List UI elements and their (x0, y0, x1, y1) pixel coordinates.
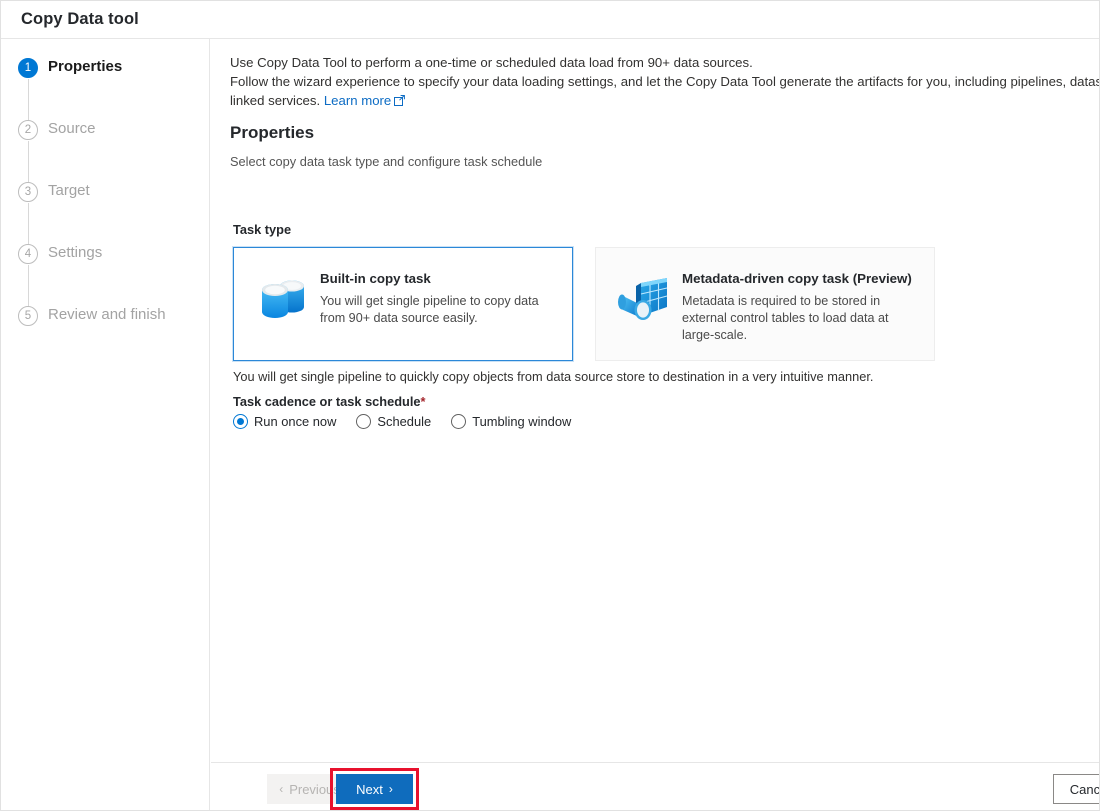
task-cadence-label-text: Task cadence or task schedule (233, 394, 421, 409)
step-label: Source (48, 120, 96, 137)
external-link-icon (394, 92, 406, 111)
wizard-step-list: 1 Properties 2 Source 3 Target 4 Setting… (1, 57, 210, 367)
step-number-badge: 4 (18, 244, 38, 264)
wizard-footer: ‹ Previous Next › Cancel (211, 762, 1100, 810)
card-title: Built-in copy task (320, 271, 431, 286)
step-connector (27, 265, 29, 307)
card-text-block: Metadata-driven copy task (Preview) Meta… (682, 261, 920, 344)
sidebar-step-review-and-finish[interactable]: 5 Review and finish (1, 305, 210, 367)
intro-line-2: Follow the wizard experience to specify … (230, 74, 1100, 89)
step-number-badge: 3 (18, 182, 38, 202)
card-title: Metadata-driven copy task (Preview) (682, 271, 912, 286)
step-number-badge: 2 (18, 120, 38, 140)
step-connector (27, 141, 29, 183)
task-type-label: Task type (233, 222, 292, 237)
window-titlebar: Copy Data tool (1, 1, 1099, 39)
step-number-badge: 1 (18, 58, 38, 78)
cancel-button-label: Cancel (1069, 781, 1100, 797)
radio-label: Schedule (377, 414, 432, 429)
radio-indicator (356, 414, 372, 429)
page-title: Properties (230, 123, 315, 142)
page-subtitle: Select copy data task type and configure… (230, 154, 543, 169)
intro-line-3: linked services. Learn more (230, 91, 1085, 111)
task-type-card-built-in-copy-task[interactable]: Built-in copy task You will get single p… (233, 247, 573, 361)
sidebar-step-settings[interactable]: 4 Settings (1, 243, 210, 307)
card-description: Metadata is required to be stored in ext… (682, 294, 889, 342)
task-cadence-label: Task cadence or task schedule* (233, 394, 426, 409)
chevron-right-icon: › (388, 782, 393, 796)
sidebar-step-properties[interactable]: 1 Properties (1, 57, 210, 121)
radio-indicator (451, 414, 467, 429)
learn-more-link[interactable]: Learn more (324, 93, 391, 108)
required-marker: * (420, 394, 426, 409)
card-description: You will get single pipeline to copy dat… (320, 294, 539, 325)
step-label: Target (48, 182, 90, 199)
previous-button-label: Previous (289, 781, 340, 797)
step-label: Properties (48, 58, 123, 75)
radio-run-once-now[interactable]: Run once now (233, 414, 336, 429)
card-text-block: Built-in copy task You will get single p… (320, 261, 558, 327)
next-button[interactable]: Next › (336, 774, 413, 804)
radio-tumbling-window[interactable]: Tumbling window (451, 414, 571, 429)
step-label: Review and finish (48, 306, 166, 323)
main-content-panel: Use Copy Data Tool to perform a one-time… (211, 39, 1100, 762)
task-type-note: You will get single pipeline to quickly … (233, 369, 874, 384)
wizard-sidebar: 1 Properties 2 Source 3 Target 4 Setting… (1, 39, 210, 810)
step-connector (27, 79, 29, 121)
task-cadence-radio-group: Run once now Schedule Tumbling window (233, 414, 591, 429)
intro-line-3-prefix: linked services. (230, 93, 324, 108)
intro-line-1: Use Copy Data Tool to perform a one-time… (230, 55, 753, 70)
radio-schedule[interactable]: Schedule (356, 414, 431, 429)
step-number-badge: 5 (18, 306, 38, 326)
radio-label: Tumbling window (472, 414, 572, 429)
intro-text: Use Copy Data Tool to perform a one-time… (230, 53, 1100, 111)
radio-indicator (233, 414, 248, 429)
metadata-magnifier-table-icon (610, 261, 682, 335)
step-label: Settings (48, 244, 103, 261)
copy-data-tool-window: Copy Data tool 1 Properties 2 Source 3 T… (0, 0, 1100, 811)
step-connector (27, 203, 29, 245)
database-stack-icon (248, 261, 320, 335)
next-button-label: Next (356, 781, 383, 797)
sidebar-step-source[interactable]: 2 Source (1, 119, 210, 183)
cancel-button[interactable]: Cancel (1053, 774, 1100, 804)
sidebar-step-target[interactable]: 3 Target (1, 181, 210, 245)
radio-label: Run once now (254, 414, 337, 429)
task-type-card-metadata-driven-copy-task[interactable]: Metadata-driven copy task (Preview) Meta… (595, 247, 935, 361)
chevron-left-icon: ‹ (279, 782, 284, 796)
window-title: Copy Data tool (21, 10, 139, 28)
